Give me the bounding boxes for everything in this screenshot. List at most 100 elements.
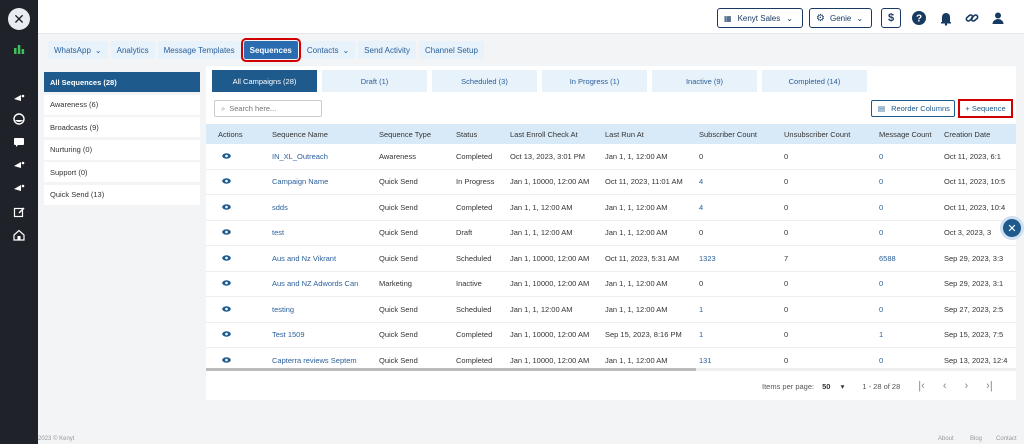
billing-dollar-icon[interactable]: $ (881, 8, 901, 28)
col-subscriber-count[interactable]: Subscriber Count (693, 130, 778, 139)
cell-creation-date: Sep 29, 2023, 3:3 (944, 253, 1004, 263)
tab-message-templates[interactable]: Message Templates (157, 41, 241, 59)
category-nurturing[interactable]: Nurturing (0) (44, 139, 200, 160)
category-all-sequences[interactable]: All Sequences (28) (44, 72, 200, 92)
tab-label: Send Activity (364, 45, 410, 55)
table-row[interactable]: Aus and NZ Adwords Can Marketing Inactive J… (206, 272, 1016, 297)
cell-sequence-name[interactable]: Capterra reviews Septem (266, 356, 373, 365)
col-status[interactable]: Status (450, 130, 504, 139)
campaign-tab-in-progress[interactable]: In Progress (1) (542, 70, 647, 92)
sequence-category-list: All Sequences (28) Awareness (6) Broadca… (44, 72, 200, 207)
per-page-value: 50 (822, 381, 831, 391)
gear-icon: ⚙ (816, 12, 825, 24)
col-last-run-at[interactable]: Last Run At (599, 130, 693, 139)
last-page-icon[interactable]: ›| (986, 380, 993, 392)
search-input[interactable] (229, 104, 310, 113)
genie-selector[interactable]: ⚙ Genie ⌄ (809, 8, 872, 28)
first-page-icon[interactable]: |‹ (918, 380, 925, 392)
left-rail: ✕ (0, 0, 38, 444)
view-eye-icon[interactable] (206, 305, 266, 314)
tab-analytics[interactable]: Analytics (110, 41, 155, 59)
account-selector[interactable]: ▦ Kenyt Sales ⌄ (717, 8, 803, 28)
category-broadcasts[interactable]: Broadcasts (9) (44, 117, 200, 137)
reorder-columns-button[interactable]: ▤ Reorder Columns (871, 100, 955, 117)
footer-link-contact[interactable]: Contact (996, 436, 1017, 442)
col-sequence-name[interactable]: Sequence Name (266, 130, 373, 139)
footer-link-about[interactable]: About (938, 436, 954, 442)
notification-bell-icon[interactable] (936, 8, 956, 28)
prev-page-icon[interactable]: ‹ (943, 380, 947, 392)
col-creation-date[interactable]: Creation Date (938, 130, 1016, 139)
view-eye-icon[interactable] (206, 203, 266, 212)
view-eye-icon[interactable] (206, 356, 266, 365)
col-actions[interactable]: Actions (206, 130, 266, 139)
tab-whatsapp[interactable]: WhatsApp ⌄ (48, 41, 108, 59)
campaign-status-tabs: All Campaigns (28) Draft (1) Scheduled (… (212, 70, 872, 92)
cell-sequence-name[interactable]: IN_XL_Outreach (266, 152, 373, 161)
help-icon[interactable]: ? (909, 8, 929, 28)
table-row[interactable]: Aus and Nz Vikrant Quick Send Scheduled Jan… (206, 246, 1016, 272)
chevron-down-icon: ⌄ (94, 45, 102, 55)
table-row[interactable]: Campaign Name Quick Send In Progress Jan 1,… (206, 170, 1016, 195)
chat-bubble-icon[interactable] (12, 112, 26, 126)
campaign-tab-all[interactable]: All Campaigns (28) (212, 70, 317, 92)
megaphone-icon[interactable] (12, 180, 26, 194)
horizontal-scrollbar[interactable] (206, 368, 1016, 371)
category-support[interactable]: Support (0) (44, 162, 200, 182)
campaign-tab-inactive[interactable]: Inactive (9) (652, 70, 757, 92)
tab-label: WhatsApp (54, 45, 91, 55)
category-quick-send[interactable]: Quick Send (13) (44, 184, 200, 205)
campaign-icon[interactable] (12, 157, 26, 171)
edit-icon[interactable] (12, 205, 26, 219)
floating-chat-icon[interactable]: ✕ (1000, 216, 1024, 240)
col-message-count[interactable]: Message Count (873, 130, 938, 139)
view-eye-icon[interactable] (206, 152, 266, 161)
tab-channel-setup[interactable]: Channel Setup (418, 41, 484, 59)
cell-sequence-name[interactable]: test (266, 228, 373, 237)
col-last-enroll-check-at[interactable]: Last Enroll Check At (504, 130, 599, 139)
add-sequence-button[interactable]: + Sequence (958, 99, 1013, 118)
table-row[interactable]: test Quick Send Draft Jan 1, 1, 12:00 AM Jan… (206, 221, 1016, 246)
table-row[interactable]: sdds Quick Send Completed Jan 1, 1, 12:00 A… (206, 195, 1016, 221)
campaign-tab-completed[interactable]: Completed (14) (762, 70, 867, 92)
tab-send-activity[interactable]: Send Activity (358, 41, 416, 59)
cell-status: Completed (456, 355, 493, 365)
table-row[interactable]: Capterra reviews Septem Quick Send Complet… (206, 348, 1016, 368)
items-per-page-label: Items per page: (762, 381, 815, 391)
table-row[interactable]: IN_XL_Outreach Awareness Completed Oct 13, … (206, 144, 1016, 170)
view-eye-icon[interactable] (206, 279, 266, 288)
items-per-page-select[interactable]: 50 ▾ (822, 382, 844, 391)
view-eye-icon[interactable] (206, 177, 266, 186)
table-row[interactable]: testing Quick Send Scheduled Jan 1, 1, 12:0… (206, 297, 1016, 323)
footer-link-blog[interactable]: Blog (970, 436, 982, 442)
app-logo-icon[interactable]: ✕ (8, 8, 30, 30)
user-profile-icon[interactable] (988, 8, 1008, 28)
link-icon[interactable] (962, 8, 982, 28)
cell-sequence-name[interactable]: Campaign Name (266, 177, 373, 186)
view-eye-icon[interactable] (206, 330, 266, 339)
analytics-icon[interactable] (12, 42, 26, 56)
home-icon[interactable] (12, 228, 26, 242)
campaign-tab-scheduled[interactable]: Scheduled (3) (432, 70, 537, 92)
broadcast-icon[interactable] (12, 90, 26, 104)
cell-status: Draft (456, 228, 473, 238)
table-row[interactable]: Test 1509 Quick Send Completed Jan 1, 10000… (206, 323, 1016, 348)
col-sequence-type[interactable]: Sequence Type (373, 130, 450, 139)
view-eye-icon[interactable] (206, 254, 266, 263)
col-unsubscriber-count[interactable]: Unsubscriber Count (778, 130, 873, 139)
cell-sequence-name[interactable]: Aus and Nz Vikrant (266, 254, 373, 263)
table-header: Actions Sequence Name Sequence Type Stat… (206, 124, 1016, 144)
tab-sequences[interactable]: Sequences (240, 38, 301, 62)
campaign-tab-draft[interactable]: Draft (1) (322, 70, 427, 92)
next-page-icon[interactable]: › (964, 380, 968, 392)
cell-sequence-name[interactable]: Aus and NZ Adwords Can (266, 279, 373, 288)
tab-contacts[interactable]: Contacts ⌄ (300, 41, 356, 59)
cell-sequence-type: Quick Send (379, 228, 418, 238)
view-eye-icon[interactable] (206, 228, 266, 237)
search-box: ⌕ (214, 100, 322, 117)
category-awareness[interactable]: Awareness (6) (44, 94, 200, 115)
cell-sequence-name[interactable]: testing (266, 305, 373, 314)
cell-sequence-name[interactable]: sdds (266, 203, 373, 212)
message-icon[interactable] (12, 135, 26, 149)
cell-sequence-name[interactable]: Test 1509 (266, 330, 373, 339)
